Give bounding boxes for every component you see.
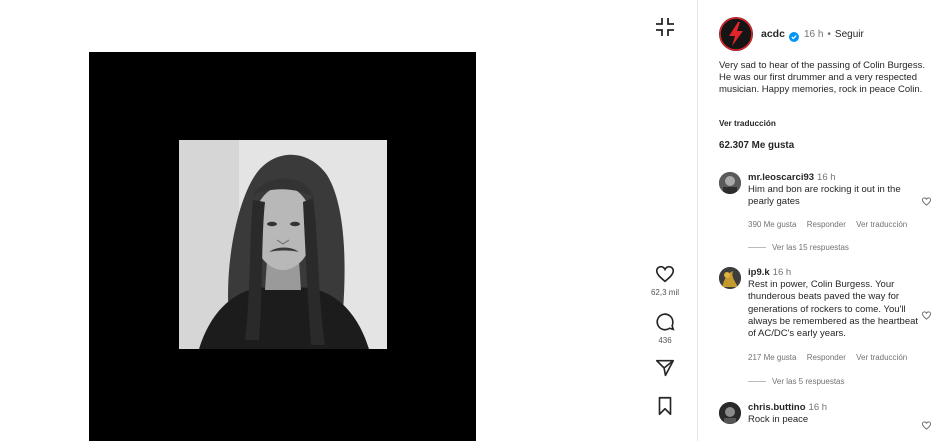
post-header: acdc 16 h • Seguir <box>719 16 864 52</box>
comment-body: mr.leoscarci93 16 h Him and bon are rocki… <box>748 172 926 209</box>
comment-meta: 390 Me gusta Responder Ver traducción <box>748 220 915 229</box>
like-heart-icon[interactable] <box>654 263 676 285</box>
portrait-photo[interactable] <box>179 140 387 349</box>
bookmark-icon[interactable] <box>654 395 676 417</box>
separator-dot: • <box>827 28 831 40</box>
comment-time: 16 h <box>808 402 828 413</box>
lightning-bolt-icon <box>719 17 753 51</box>
comment-username[interactable]: chris.buttino <box>748 402 806 413</box>
replies-line <box>748 381 766 382</box>
comment-like-heart-icon[interactable] <box>921 418 932 430</box>
see-translation-link[interactable]: Ver traducción <box>719 119 776 128</box>
post-caption: Very sad to hear of the passing of Colin… <box>719 60 925 96</box>
avatar[interactable] <box>719 402 741 424</box>
comment-item: mr.leoscarci93 16 h Him and bon are rocki… <box>719 172 944 262</box>
like-count: 62,3 mil <box>650 288 679 297</box>
comment-icon[interactable] <box>654 311 676 333</box>
comment-item: chris.buttino 16 h Rock in peace <box>719 402 944 441</box>
post-time: 16 h <box>803 28 824 40</box>
verified-badge-icon <box>788 29 799 42</box>
avatar[interactable] <box>719 17 753 51</box>
collapse-icon[interactable] <box>653 15 677 39</box>
comment-username[interactable]: ip9.k <box>748 267 770 278</box>
likes-count[interactable]: 62.307 Me gusta <box>719 140 794 151</box>
media-panel <box>0 0 640 441</box>
view-replies-label[interactable]: Ver las 5 respuestas <box>772 377 844 386</box>
comment-text: Rock in peace <box>748 414 809 426</box>
view-replies-label[interactable]: Ver las 15 respuestas <box>772 243 849 252</box>
avatar[interactable] <box>719 172 741 194</box>
comment-count: 436 <box>658 336 672 345</box>
comment-like-heart-icon[interactable] <box>921 194 932 206</box>
action-rail: 62,3 mil 436 <box>640 0 695 441</box>
replies-line <box>748 247 766 248</box>
see-translation-link[interactable]: Ver traducción <box>856 353 907 362</box>
view-replies-link[interactable]: Ver las 5 respuestas <box>748 377 844 386</box>
comment-like-count[interactable]: 217 Me gusta <box>748 353 796 362</box>
view-replies-link[interactable]: Ver las 15 respuestas <box>748 243 849 252</box>
comment-body: ip9.k 16 h Rest in power, Colin Burgess. … <box>748 267 926 340</box>
comment-like-count[interactable]: 390 Me gusta <box>748 220 796 229</box>
reply-button[interactable]: Responder <box>807 353 846 362</box>
portrait-image <box>179 140 387 349</box>
comment-time: 16 h <box>772 267 792 278</box>
comments-panel: acdc 16 h • Seguir Very sad to hear of t… <box>698 0 950 441</box>
comment-item: ip9.k 16 h Rest in power, Colin Burgess. … <box>719 267 944 392</box>
post-username[interactable]: acdc <box>761 28 785 40</box>
share-icon[interactable] <box>654 357 676 379</box>
comment-like-heart-icon[interactable] <box>921 308 932 320</box>
reply-button[interactable]: Responder <box>807 220 846 229</box>
comment-username[interactable]: mr.leoscarci93 <box>748 172 814 183</box>
see-translation-link[interactable]: Ver traducción <box>856 220 907 229</box>
comment-time: 16 h <box>817 172 836 183</box>
follow-button[interactable]: Seguir <box>835 29 864 40</box>
avatar[interactable] <box>719 267 741 289</box>
comment-meta: 217 Me gusta Responder Ver traducción <box>748 353 915 362</box>
comment-text: Rest in power, Colin Burgess. Your thund… <box>748 279 919 340</box>
comment-body: chris.buttino 16 h Rock in peace <box>748 402 926 426</box>
comment-text: Him and bon are rocking it out in the pe… <box>748 184 901 208</box>
